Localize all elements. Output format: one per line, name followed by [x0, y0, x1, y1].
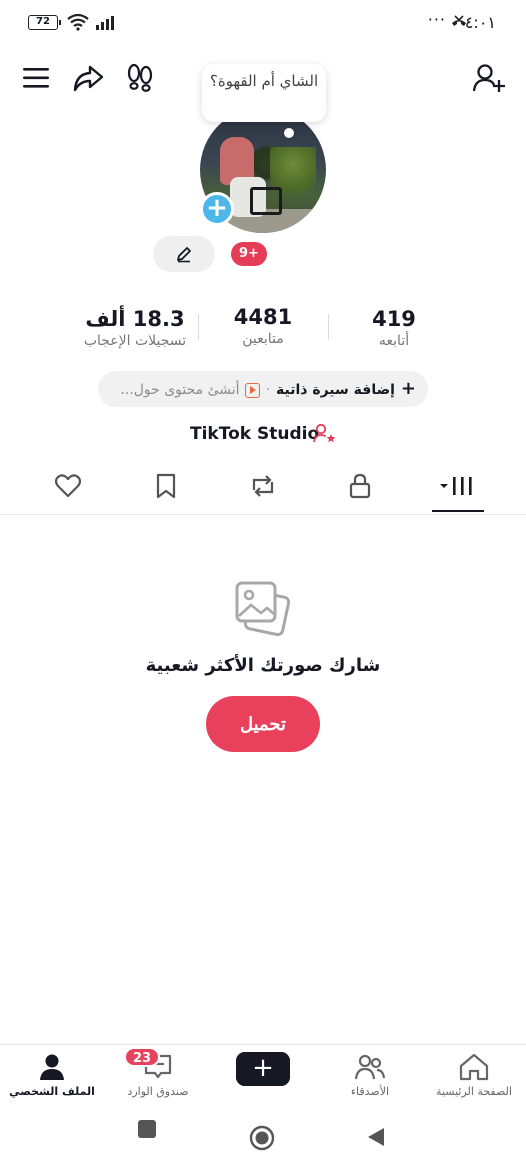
tab-videos[interactable] — [432, 472, 484, 506]
inbox-badge: 23 — [124, 1047, 160, 1067]
followers-count: 4481 — [233, 305, 293, 329]
add-bio-label[interactable]: إضافة سيرة ذاتية — [276, 382, 395, 398]
bubble-tail — [284, 128, 294, 138]
bio-hint[interactable]: أنشئ محتوى حول... — [120, 382, 239, 398]
play-icon — [244, 382, 260, 398]
pencil-icon — [177, 247, 191, 263]
photos-icon — [235, 581, 291, 637]
tab-private[interactable] — [340, 472, 380, 506]
signal-icon — [96, 16, 114, 30]
nav-home-label: الصفحة الرئيسية — [436, 1085, 512, 1098]
back-button-icon[interactable] — [366, 1127, 386, 1147]
videos-grid-icon — [440, 477, 472, 495]
likes-count: 18.3 ألف — [85, 307, 185, 331]
nav-friends-label: الأصدقاء — [350, 1085, 390, 1098]
nav-home[interactable]: الصفحة الرئيسية — [424, 1045, 524, 1109]
tab-favorites[interactable] — [146, 472, 186, 506]
status-bar: 72 ··· ٤:٠١ — [0, 0, 526, 46]
status-dots: ··· — [427, 10, 446, 29]
nav-profile[interactable]: الملف الشخصي — [2, 1045, 102, 1109]
status-time: ٤:٠١ — [464, 13, 496, 32]
share-icon[interactable] — [72, 62, 104, 94]
home-button-icon[interactable] — [249, 1125, 275, 1151]
tabs-divider — [0, 514, 526, 515]
active-tab-indicator — [432, 510, 484, 512]
footprints-icon[interactable] — [124, 62, 156, 94]
notifications-badge[interactable]: 9+ — [231, 242, 267, 266]
followers-stat[interactable]: 4481 متابعين — [198, 305, 328, 347]
wifi-icon — [67, 13, 89, 31]
nav-inbox-label: صندوق الوارد — [127, 1085, 189, 1098]
recent-apps-button[interactable] — [138, 1120, 156, 1138]
add-bio-bar[interactable]: + إضافة سيرة ذاتية · أنشئ محتوى حول... — [98, 371, 428, 407]
add-avatar-button[interactable]: + — [200, 192, 234, 226]
lock-icon — [349, 473, 371, 499]
tiktok-studio-link[interactable]: TikTok Studio — [190, 424, 319, 444]
create-button[interactable]: + — [233, 1052, 293, 1086]
likes-stat[interactable]: 18.3 ألف تسجيلات الإعجاب — [70, 307, 200, 349]
tab-reposts[interactable] — [243, 472, 283, 506]
upload-button[interactable]: تحميل — [206, 696, 320, 752]
followers-label: متابعين — [242, 331, 284, 347]
repost-icon — [252, 475, 274, 497]
following-count: 419 — [372, 307, 416, 331]
home-icon — [459, 1053, 489, 1081]
heart-icon — [54, 474, 82, 498]
empty-state-title: شارك صورتك الأكثر شعبية — [145, 655, 381, 676]
following-stat[interactable]: 419 أتابعه — [329, 307, 459, 349]
nav-profile-label: الملف الشخصي — [9, 1085, 95, 1098]
battery-icon: 72 — [28, 15, 61, 30]
likes-label: تسجيلات الإعجاب — [83, 333, 187, 349]
following-label: أتابعه — [378, 333, 410, 349]
bio-separator: · — [265, 382, 271, 398]
friends-icon — [354, 1054, 386, 1080]
plus-icon: + — [400, 378, 416, 399]
note-bubble[interactable]: الشاي أم القهوة؟ — [202, 64, 326, 122]
edit-profile-button[interactable] — [153, 236, 215, 272]
profile-icon — [40, 1054, 64, 1080]
add-friend-icon[interactable] — [472, 62, 506, 94]
menu-icon[interactable] — [22, 66, 50, 90]
creator-star-icon[interactable] — [313, 423, 337, 445]
nav-friends[interactable]: الأصدقاء — [320, 1045, 420, 1109]
create-plus-icon: + — [236, 1052, 290, 1086]
bookmark-icon — [156, 473, 176, 499]
tab-liked[interactable] — [48, 472, 88, 506]
